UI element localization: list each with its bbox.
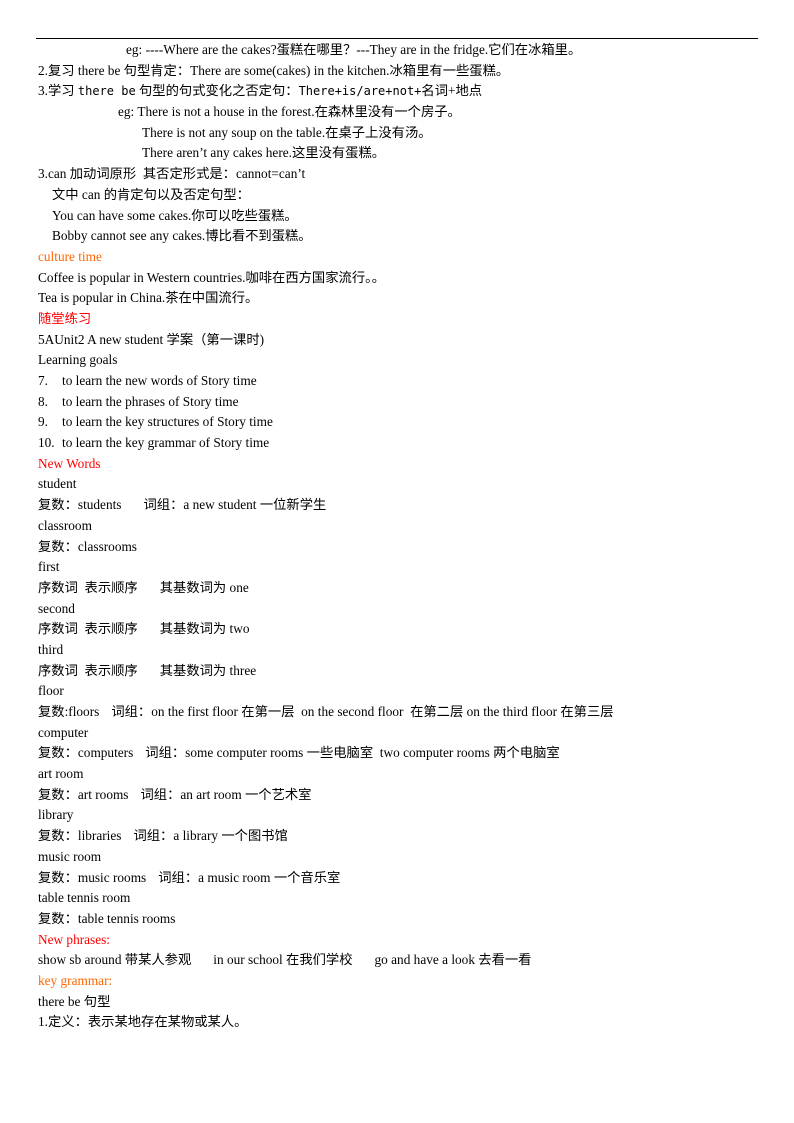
ordinal-note: 序数词 表示顺序 (38, 662, 138, 678)
word-entry: floor (38, 683, 64, 699)
practice-heading: 随堂练习 (38, 310, 92, 326)
goal-item: 10. to learn the key grammar of Story tim… (38, 433, 758, 454)
phrase-item: in our school 在我们学校 (213, 952, 353, 968)
word-detail: 复数：computers 词组：some computer rooms 一些电脑室… (38, 743, 758, 764)
goal-number: 10. (38, 435, 55, 451)
word-detail: 复数：classrooms (38, 538, 137, 554)
cardinal-note: 其基数词为 three (159, 662, 257, 678)
goal-item: 7. to learn the new words of Story time (38, 371, 758, 392)
learning-goals-heading: Learning goals (38, 352, 118, 368)
can-rule-line: 3.can 加动词原形 其否定形式是：cannot=can’t (38, 166, 306, 182)
word-detail: 序数词 表示顺序 其基数词为 two (38, 619, 758, 640)
word-detail: 序数词 表示顺序 其基数词为 three (38, 661, 758, 682)
grammar-definition: 1.定义：表示某地存在某物或某人。 (38, 1014, 248, 1030)
study-negative-line: 3.学习 there be 句型的句式变化之否定句：There+is/are+n… (38, 81, 758, 102)
plural-form: 复数：students (38, 497, 122, 513)
word-entry: library (38, 807, 74, 823)
phrase-item: show sb around 带某人参观 (38, 952, 192, 968)
ordinal-note: 序数词 表示顺序 (38, 621, 138, 637)
plural-form: 复数:floors (38, 704, 100, 719)
plural-form: 复数：computers (38, 745, 134, 761)
word-entry: music room (38, 848, 102, 864)
text-line: Bobby cannot see any cakes.博比看不到蛋糕。 (52, 228, 312, 244)
goal-text: to learn the key structures of Story tim… (62, 414, 273, 430)
document-body: eg: ----Where are the cakes?蛋糕在哪里？---The… (38, 40, 758, 1033)
text-segment: there be (77, 84, 136, 99)
new-words-heading: New Words (38, 455, 101, 471)
goal-number: 7. (38, 373, 48, 388)
goal-text: to learn the phrases of Story time (62, 393, 239, 409)
text-line: Coffee is popular in Western countries.咖… (38, 269, 386, 285)
text-segment: 句型的句式变化之否定句： (135, 83, 299, 99)
text-line: 文中 can 的肯定句以及否定句型： (52, 186, 250, 202)
phrase-item: go and have a look 去看一看 (374, 952, 532, 968)
unit-title: 5AUnit2 A new student 学案（第一课时) (38, 331, 265, 347)
word-entry: third (38, 641, 64, 657)
plural-form: 复数：art rooms (38, 786, 129, 802)
example-line: There aren’t any cakes here.这里没有蛋糕。 (142, 145, 386, 161)
phrases-line: show sb around 带某人参观 in our school 在我们学校 g… (38, 950, 758, 971)
word-entry: student (38, 476, 77, 492)
new-phrases-heading: New phrases: (38, 931, 111, 947)
plural-form: 复数：libraries (38, 828, 122, 844)
goal-number: 9. (38, 414, 48, 430)
cardinal-note: 其基数词为 one (159, 579, 249, 595)
word-entry: classroom (38, 517, 92, 533)
example-line: There is not any soup on the table.在桌子上没… (142, 124, 432, 140)
word-detail: 复数:floors 词组：on the first floor 在第一层 on t… (38, 702, 758, 723)
word-entry: first (38, 559, 60, 575)
phrase-example: 词组：a music room 一个音乐室 (158, 869, 341, 885)
phrase-example: 词组：some computer rooms 一些电脑室 two compute… (145, 745, 560, 761)
phrase-example: 词组：an art room 一个艺术室 (140, 786, 312, 802)
review-line: 2.复习 there be 句型肯定：There are some(cakes)… (38, 62, 510, 78)
goal-item: 9. to learn the key structures of Story t… (38, 412, 758, 433)
text-segment: 名词+地点 (421, 83, 483, 99)
ordinal-note: 序数词 表示顺序 (38, 579, 138, 595)
header-rule (36, 38, 758, 39)
plural-form: 复数：music rooms (38, 869, 147, 885)
text-segment: There+is/are+not+ (298, 84, 422, 99)
text-line: Tea is popular in China.茶在中国流行。 (38, 290, 259, 306)
grammar-topic: there be 句型 (38, 993, 111, 1009)
goal-item: 8. to learn the phrases of Story time (38, 392, 758, 413)
word-detail: 复数：art rooms 词组：an art room 一个艺术室 (38, 785, 758, 806)
word-detail: 复数：students 词组：a new student 一位新学生 (38, 495, 758, 516)
goal-text: to learn the key grammar of Story time (62, 435, 270, 451)
phrase-example: 词组：on the first floor 在第一层 on the second… (111, 704, 614, 719)
phrase-example: 词组：a library 一个图书馆 (133, 828, 288, 844)
example-line: eg: ----Where are the cakes?蛋糕在哪里？---The… (126, 42, 582, 57)
word-detail: 复数：table tennis rooms (38, 910, 176, 926)
text-line: You can have some cakes.你可以吃些蛋糕。 (52, 207, 298, 223)
word-detail: 复数：libraries 词组：a library 一个图书馆 (38, 826, 758, 847)
goal-text: to learn the new words of Story time (62, 373, 257, 388)
word-detail: 序数词 表示顺序 其基数词为 one (38, 578, 758, 599)
text-segment: 3.学习 (38, 83, 78, 99)
cardinal-note: 其基数词为 two (159, 621, 250, 637)
word-entry: second (38, 600, 75, 616)
word-detail: 复数：music rooms 词组：a music room 一个音乐室 (38, 868, 758, 889)
culture-time-heading: culture time (38, 248, 102, 264)
word-entry: art room (38, 766, 84, 782)
key-grammar-heading: key grammar: (38, 972, 113, 988)
phrase-example: 词组：a new student 一位新学生 (143, 497, 327, 513)
word-entry: computer (38, 724, 89, 740)
goal-number: 8. (38, 393, 48, 409)
example-line: eg: There is not a house in the forest.在… (118, 104, 461, 120)
word-entry: table tennis room (38, 890, 131, 906)
